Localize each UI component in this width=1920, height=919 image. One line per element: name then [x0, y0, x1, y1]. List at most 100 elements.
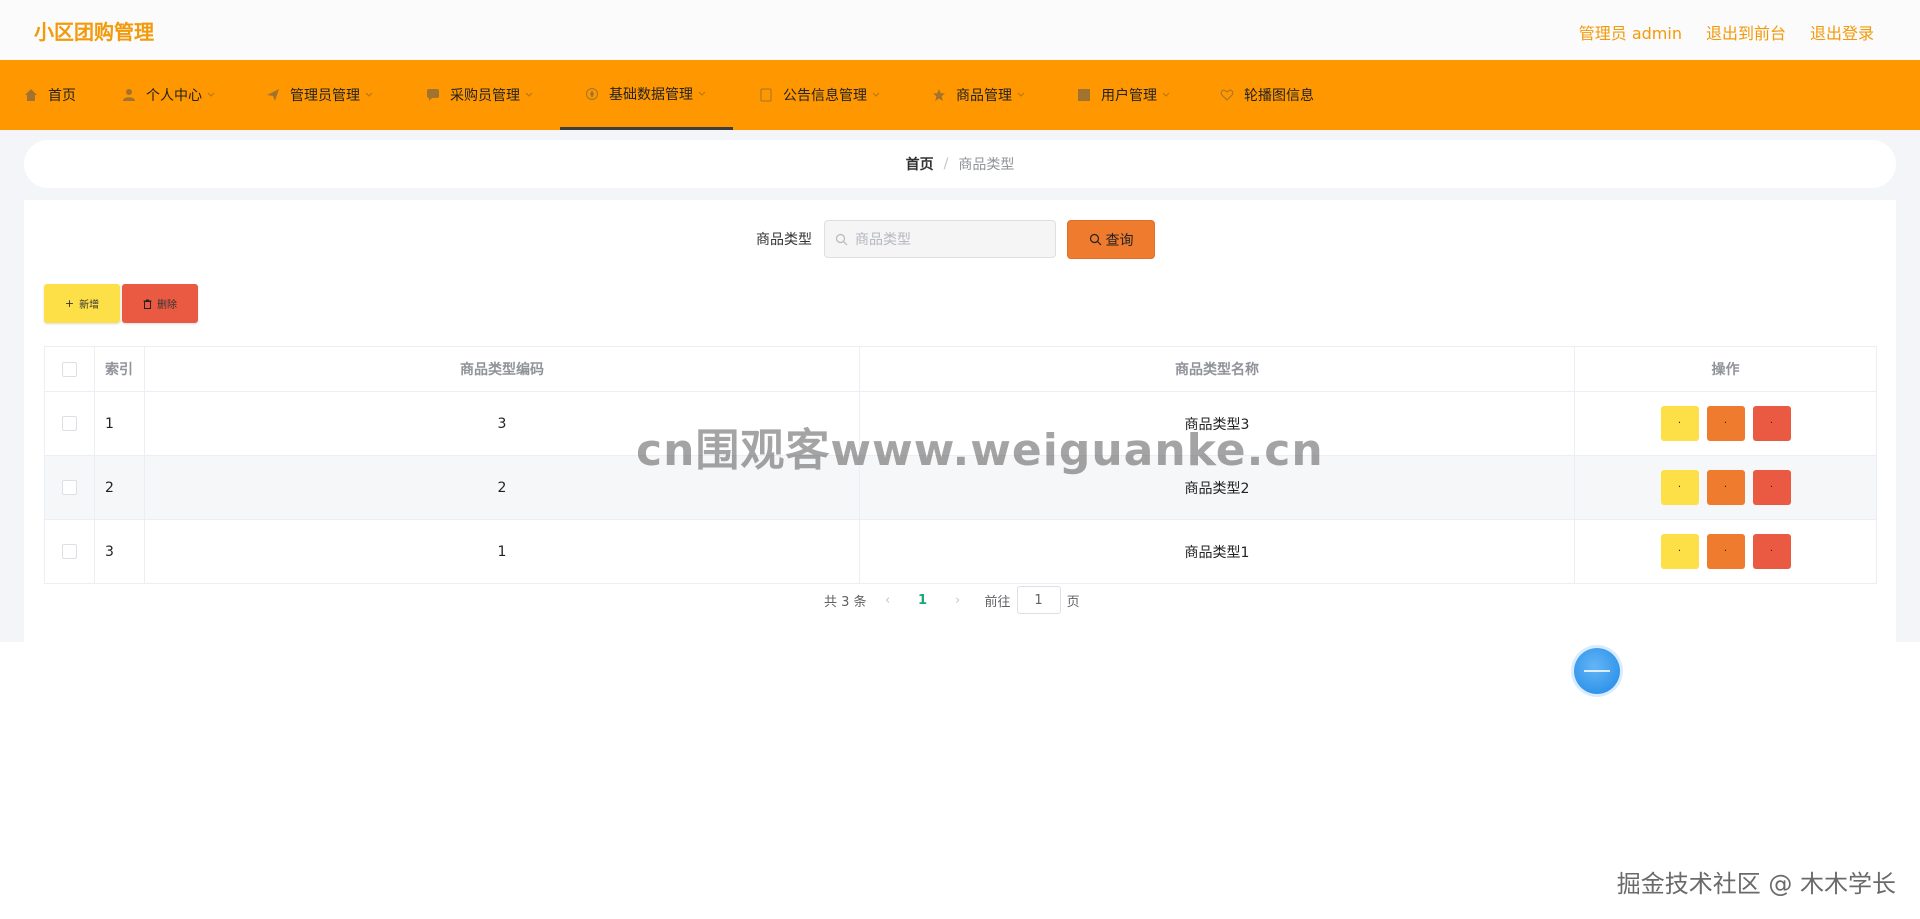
nav-item-label: 基础数据管理	[609, 86, 693, 103]
nav-item-products[interactable]: 商品管理	[932, 60, 1026, 130]
nav-item-label: 用户管理	[1101, 88, 1157, 104]
top-links: 管理员 admin 退出到前台 退出登录	[1579, 20, 1874, 44]
nav-item-label: 个人中心	[146, 88, 202, 104]
table-row: 3 1 商品类型1 · · ·	[44, 519, 1877, 584]
star-icon	[933, 89, 945, 101]
trash-icon	[143, 299, 152, 309]
row-checkbox[interactable]	[62, 416, 77, 431]
column-header-ops: 操作	[1574, 346, 1877, 392]
select-all-cell[interactable]	[44, 346, 95, 392]
nav-item-admin-management[interactable]: 管理员管理	[266, 60, 374, 130]
send-icon	[267, 89, 279, 101]
search-icon	[835, 233, 848, 246]
table-header-row: 索引 商品类型编码 商品类型名称 操作	[44, 346, 1877, 392]
nav-item-label: 轮播图信息	[1244, 88, 1314, 104]
chevron-down-icon	[207, 92, 215, 97]
admin-account-link[interactable]: 管理员 admin	[1579, 20, 1682, 44]
cell-name: 商品类型2	[859, 455, 1575, 520]
nav-item-announcements[interactable]: 公告信息管理	[759, 60, 881, 130]
home-icon	[25, 89, 37, 101]
main-card: 商品类型 查询 + 新增 删除 索引 商品类型编码	[24, 200, 1896, 642]
goto-page-input[interactable]	[1016, 586, 1061, 614]
heart-icon	[1220, 89, 1234, 101]
view-button[interactable]: ·	[1660, 534, 1699, 569]
breadcrumb-home[interactable]: 首页	[906, 154, 934, 174]
row-checkbox[interactable]	[62, 544, 77, 559]
table-row: 2 2 商品类型2 · · ·	[44, 455, 1877, 520]
search-field[interactable]	[824, 220, 1056, 259]
select-all-checkbox[interactable]	[62, 361, 77, 377]
nav-item-label: 公告信息管理	[783, 88, 867, 104]
edit-button[interactable]: ·	[1706, 406, 1745, 441]
view-button[interactable]: ·	[1660, 470, 1699, 505]
nav-item-home[interactable]: 首页	[24, 60, 76, 130]
edit-button[interactable]: ·	[1706, 534, 1745, 569]
prev-page-icon[interactable]: ‹	[873, 593, 903, 608]
chevron-down-icon	[525, 92, 533, 97]
next-page-icon[interactable]: ›	[943, 593, 973, 608]
cell-index: 1	[94, 391, 145, 456]
search-label: 商品类型	[756, 232, 812, 248]
cell-name: 商品类型3	[859, 391, 1575, 456]
breadcrumb: 首页 / 商品类型	[24, 140, 1896, 188]
row-checkbox[interactable]	[62, 480, 77, 495]
floating-action-button[interactable]	[1574, 648, 1620, 694]
nav-item-label: 采购员管理	[450, 88, 520, 104]
delete-button[interactable]: 删除	[122, 284, 198, 323]
cell-index: 2	[94, 455, 145, 520]
row-delete-button[interactable]: ·	[1752, 406, 1791, 441]
query-button[interactable]: 查询	[1067, 220, 1155, 259]
row-delete-button[interactable]: ·	[1752, 534, 1791, 569]
nav-item-profile[interactable]: 个人中心	[122, 60, 216, 130]
plus-icon: +	[64, 297, 75, 310]
top-bar: 小区团购管理 管理员 admin 退出到前台 退出登录	[0, 0, 1920, 60]
add-button[interactable]: + 新增	[44, 284, 120, 323]
nav-item-label: 首页	[48, 88, 76, 104]
pagination-total: 共 3 条	[824, 594, 867, 610]
document-icon	[760, 88, 772, 102]
search-input[interactable]	[853, 221, 1053, 259]
data-table: 索引 商品类型编码 商品类型名称 操作 1 3 商品类型3 · · · 2 2 …	[44, 346, 1877, 584]
query-button-label: 查询	[1105, 232, 1134, 249]
search-icon	[1089, 233, 1101, 246]
breadcrumb-current: 商品类型	[958, 157, 1015, 173]
column-header-code: 商品类型编码	[144, 346, 860, 392]
table-row: 1 3 商品类型3 · · ·	[44, 391, 1877, 456]
nav-item-buyer-management[interactable]: 采购员管理	[426, 60, 534, 130]
cell-index: 3	[94, 519, 145, 584]
goto-label: 前往	[984, 594, 1011, 610]
user-icon	[123, 89, 135, 101]
grid-icon	[1078, 89, 1090, 101]
nav-item-label: 管理员管理	[290, 88, 360, 104]
app-title: 小区团购管理	[34, 20, 154, 44]
cell-name: 商品类型1	[859, 519, 1575, 584]
main-nav: 首页 个人中心 管理员管理 采购员管理 基础数据管理 公告信息管理 商品管理 用…	[0, 60, 1920, 130]
column-header-name: 商品类型名称	[859, 346, 1575, 392]
cell-code: 2	[144, 455, 860, 520]
dash-icon	[1584, 670, 1610, 672]
chat-icon	[427, 89, 439, 101]
credit-watermark: 掘金技术社区 @ 木木学长	[1616, 870, 1896, 898]
chevron-down-icon	[365, 92, 373, 97]
pagination: 共 3 条 ‹ 1 › 前往 页	[824, 586, 1080, 614]
page-suffix: 页	[1066, 594, 1080, 610]
chevron-down-icon	[1017, 92, 1025, 97]
breadcrumb-separator: /	[943, 156, 949, 172]
row-delete-button[interactable]: ·	[1752, 470, 1791, 505]
page-number[interactable]: 1	[903, 593, 943, 608]
delete-button-label: 删除	[157, 300, 177, 311]
chevron-down-icon	[872, 92, 880, 97]
nav-item-users[interactable]: 用户管理	[1077, 60, 1171, 130]
nav-item-carousel[interactable]: 轮播图信息	[1220, 60, 1314, 130]
chevron-down-icon	[1162, 92, 1170, 97]
compass-icon	[586, 87, 598, 100]
logout-link[interactable]: 退出登录	[1810, 20, 1874, 44]
edit-button[interactable]: ·	[1706, 470, 1745, 505]
view-button[interactable]: ·	[1660, 406, 1699, 441]
exit-to-frontend-link[interactable]: 退出到前台	[1706, 20, 1786, 44]
nav-item-basic-data[interactable]: 基础数据管理	[560, 60, 733, 130]
cell-code: 3	[144, 391, 860, 456]
add-button-label: 新增	[79, 300, 100, 311]
cell-code: 1	[144, 519, 860, 584]
page-content: 首页 / 商品类型 商品类型 查询 + 新增 删除	[0, 130, 1920, 642]
